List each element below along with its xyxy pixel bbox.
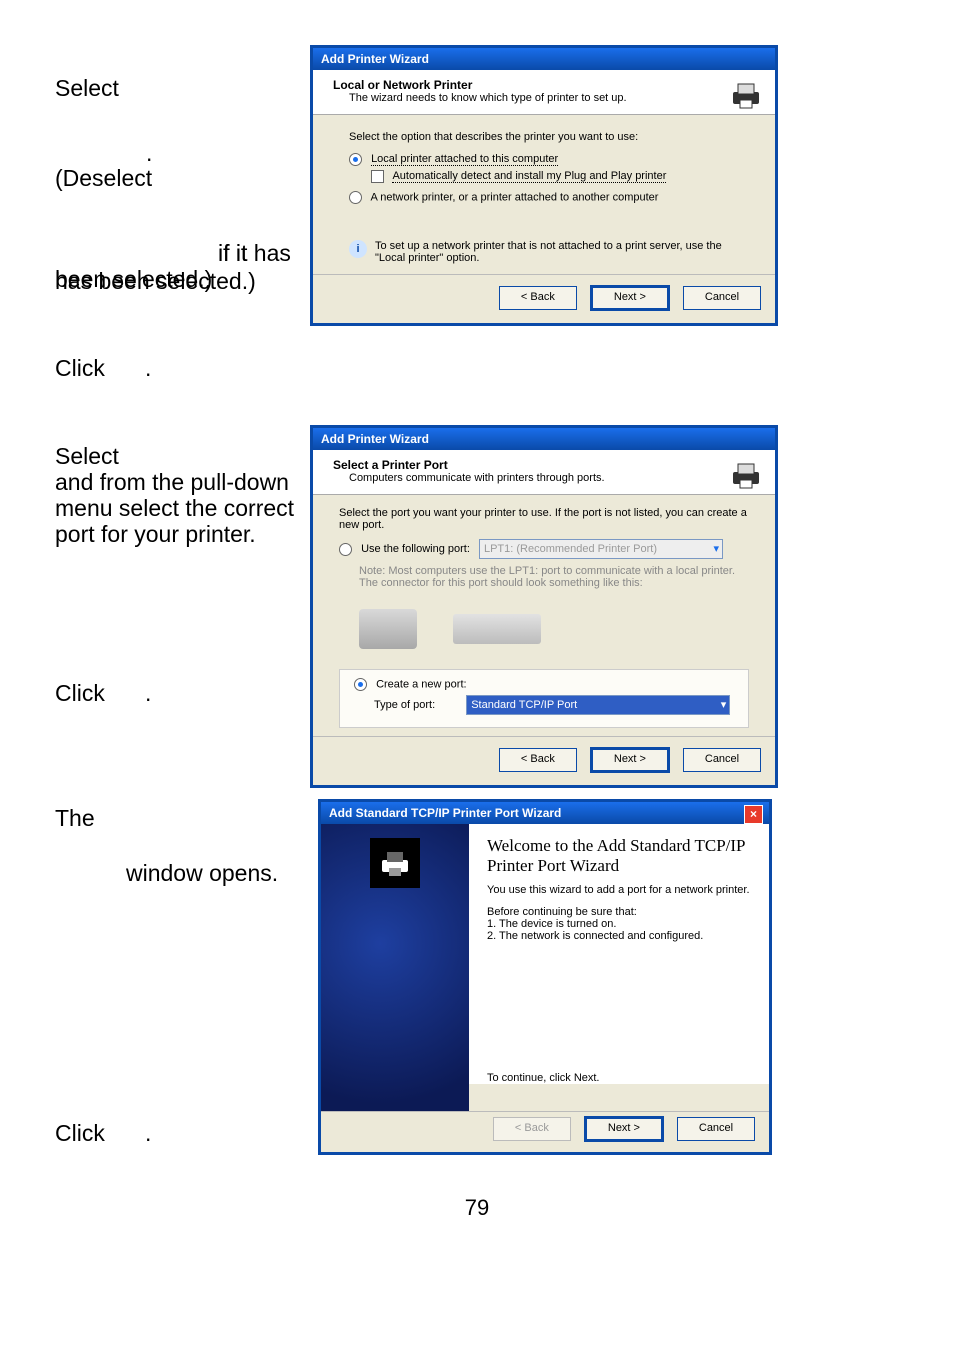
radio-network-label: A network printer, or a printer attached… xyxy=(370,191,658,203)
radio-indicator-icon xyxy=(339,543,352,556)
cancel-button[interactable]: Cancel xyxy=(683,286,761,310)
dlg2-header-title: Select a Printer Port xyxy=(333,458,755,472)
instr-a3-l2: has been selected.) xyxy=(55,268,256,295)
instr-dot-1: . xyxy=(146,140,166,166)
printer-icon xyxy=(729,458,763,495)
checkbox-auto-detect[interactable]: Automatically detect and install my Plug… xyxy=(371,170,739,183)
dlg1-buttons: < Back Next > Cancel xyxy=(313,274,775,323)
dialog-tcpip-port-wizard: Add Standard TCP/IP Printer Port Wizard … xyxy=(318,799,772,1155)
back-button: < Back xyxy=(493,1117,571,1141)
instr-dot-3: . xyxy=(145,680,151,707)
radio-local-label: Local printer attached to this computer xyxy=(371,153,558,166)
parallel-plug-icon xyxy=(453,614,541,644)
dialog-local-or-network: Add Printer Wizard Local or Network Prin… xyxy=(310,45,778,326)
radio-indicator-icon xyxy=(349,191,362,204)
dlg3-buttons: < Back Next > Cancel xyxy=(321,1111,769,1152)
cancel-button[interactable]: Cancel xyxy=(683,748,761,772)
radio-create-label: Create a new port: xyxy=(376,678,467,690)
instr-click-2: Click xyxy=(55,680,315,706)
next-button[interactable]: Next > xyxy=(590,285,670,311)
dlg1-titlebar[interactable]: Add Printer Wizard xyxy=(313,48,775,70)
dlg3-welcome: Welcome to the Add Standard TCP/IP Print… xyxy=(487,836,751,876)
instr-c1: The xyxy=(55,805,315,831)
dlg1-lead: Select the option that describes the pri… xyxy=(349,131,739,143)
instr-c2: window opens. xyxy=(126,860,306,886)
dlg2-buttons: < Back Next > Cancel xyxy=(313,736,775,785)
instr-dot-2: . xyxy=(145,355,151,382)
radio-use-port[interactable]: Use the following port: LPT1: (Recommend… xyxy=(339,539,749,559)
dlg1-header-sub: The wizard needs to know which type of p… xyxy=(349,92,755,104)
instr-click-1: Click xyxy=(55,355,315,381)
radio-create-port[interactable]: Create a new port: xyxy=(354,678,734,691)
dlg2-note: Note: Most computers use the LPT1: port … xyxy=(359,565,749,589)
checkbox-indicator-icon xyxy=(371,170,384,183)
dlg3-titlebar[interactable]: Add Standard TCP/IP Printer Port Wizard xyxy=(321,802,769,824)
dlg3-pt2: 2. The network is connected and configur… xyxy=(487,930,751,942)
dlg2-header: Select a Printer Port Computers communic… xyxy=(313,450,775,495)
dlg2-body: Select the port you want your printer to… xyxy=(313,495,775,736)
radio-indicator-icon xyxy=(354,678,367,691)
port-type-dropdown[interactable]: Standard TCP/IP Port xyxy=(466,695,730,715)
dlg1-header: Local or Network Printer The wizard need… xyxy=(313,70,775,115)
connector-illustration xyxy=(359,597,749,661)
dlg3-pt1: 1. The device is turned on. xyxy=(487,918,751,930)
parallel-port-icon xyxy=(359,609,417,649)
dlg3-before: Before continuing be sure that: xyxy=(487,906,751,918)
dlg2-header-sub: Computers communicate with printers thro… xyxy=(349,472,755,484)
dlg2-titlebar[interactable]: Add Printer Wizard xyxy=(313,428,775,450)
dlg3-sidebar xyxy=(321,824,469,1123)
back-button[interactable]: < Back xyxy=(499,748,577,772)
radio-indicator-icon xyxy=(349,153,362,166)
instr-dot-4: . xyxy=(145,1120,151,1147)
create-port-group: Create a new port: Type of port: Standar… xyxy=(339,669,749,728)
printer-icon xyxy=(370,838,420,888)
instr-a3-l1: if it xyxy=(218,240,247,267)
back-button[interactable]: < Back xyxy=(499,286,577,310)
dlg3-content: Welcome to the Add Standard TCP/IP Print… xyxy=(469,824,769,1084)
dlg1-info: i To set up a network printer that is no… xyxy=(349,240,739,264)
dlg1-body: Select the option that describes the pri… xyxy=(313,115,775,274)
checkbox-auto-label: Automatically detect and install my Plug… xyxy=(392,170,666,183)
printer-icon xyxy=(729,78,763,115)
dlg3-continue: To continue, click Next. xyxy=(487,1072,751,1084)
instr-b: Select and from the pull-down menu selec… xyxy=(55,443,295,547)
dlg3-intro: You use this wizard to add a port for a … xyxy=(487,884,751,896)
use-port-dropdown: LPT1: (Recommended Printer Port) xyxy=(479,539,723,559)
dialog-select-port: Add Printer Wizard Select a Printer Port… xyxy=(310,425,778,788)
dlg1-header-title: Local or Network Printer xyxy=(333,78,755,92)
next-button[interactable]: Next > xyxy=(584,1116,664,1142)
radio-use-label: Use the following port: xyxy=(361,543,470,555)
close-icon[interactable]: × xyxy=(744,805,763,824)
page-number: 79 xyxy=(0,1195,954,1221)
next-button[interactable]: Next > xyxy=(590,747,670,773)
instr-deselect: (Deselect xyxy=(55,165,315,191)
type-of-port-label: Type of port: xyxy=(374,699,435,711)
dlg1-info-text: To set up a network printer that is not … xyxy=(375,240,739,264)
instr-click-3: Click xyxy=(55,1120,315,1146)
radio-local-printer[interactable]: Local printer attached to this computer xyxy=(349,153,739,166)
dlg2-lead: Select the port you want your printer to… xyxy=(339,507,749,531)
cancel-button[interactable]: Cancel xyxy=(677,1117,755,1141)
instr-select-1: Select xyxy=(55,75,315,101)
radio-network-printer[interactable]: A network printer, or a printer attached… xyxy=(349,191,739,204)
info-icon: i xyxy=(349,240,367,258)
